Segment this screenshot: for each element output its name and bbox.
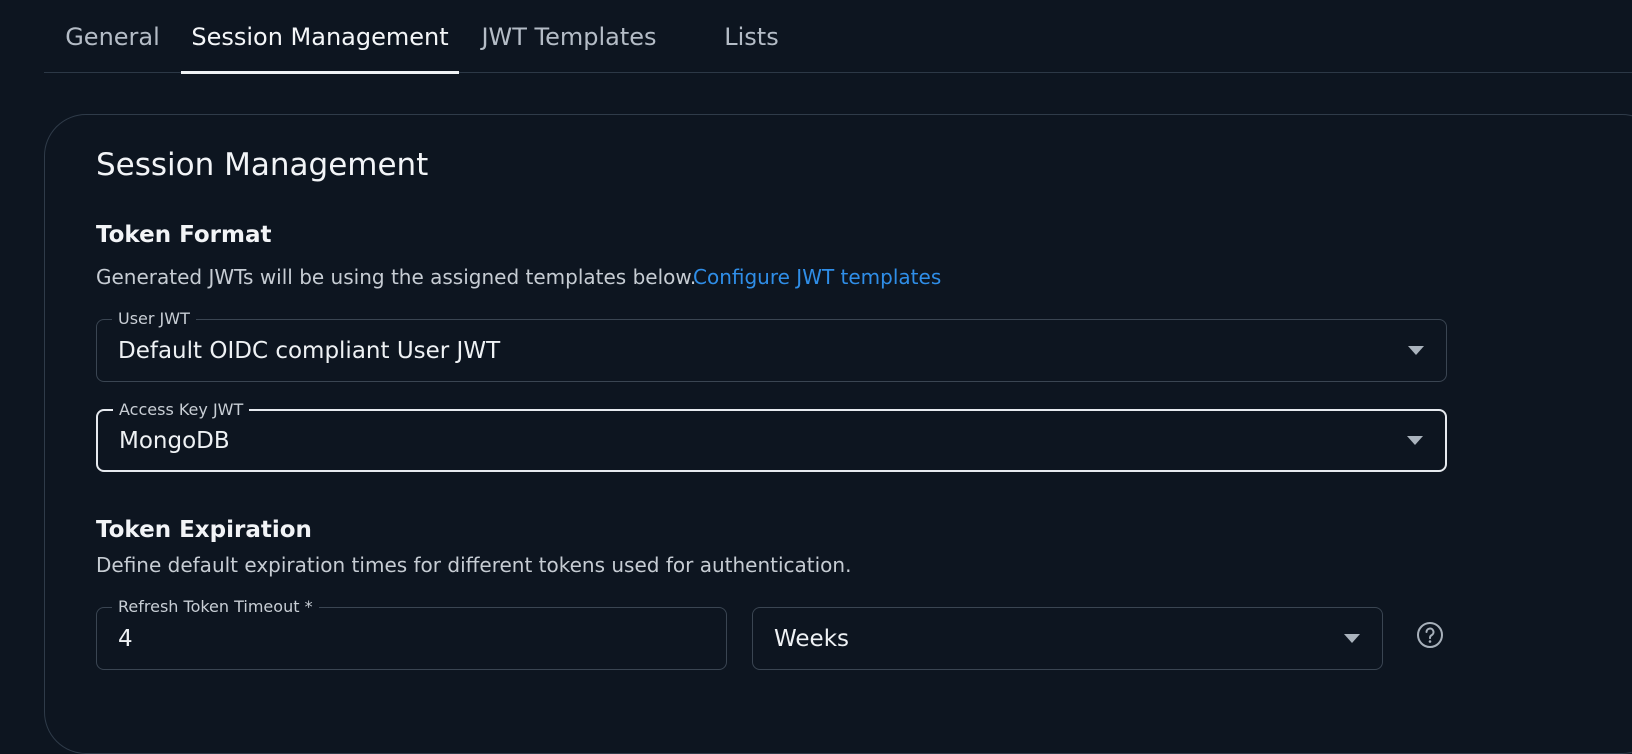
token-format-description: Generated JWTs will be using the assigne… <box>96 265 697 289</box>
token-expiration-heading: Token Expiration <box>96 517 312 543</box>
chevron-down-icon <box>1407 435 1423 445</box>
token-format-heading: Token Format <box>96 222 272 248</box>
access-key-jwt-value: MongoDB <box>119 427 230 454</box>
tab-label: General <box>65 22 160 51</box>
user-jwt-value: Default OIDC compliant User JWT <box>118 337 501 364</box>
tab-bar: General Session Management JWT Templates… <box>44 0 1632 74</box>
refresh-token-timeout-label: Refresh Token Timeout * <box>112 597 319 617</box>
user-jwt-select[interactable]: User JWT Default OIDC compliant User JWT <box>96 309 1447 382</box>
tab-session-management[interactable]: Session Management <box>181 0 459 74</box>
tab-general[interactable]: General <box>44 0 181 73</box>
active-tab-indicator <box>181 71 459 74</box>
refresh-token-timeout-input[interactable]: Refresh Token Timeout * 4 <box>96 597 727 670</box>
chevron-down-icon <box>1408 345 1424 355</box>
chevron-down-icon <box>1344 633 1360 643</box>
help-circle-icon[interactable] <box>1416 621 1444 649</box>
refresh-token-unit-value: Weeks <box>774 625 849 652</box>
configure-jwt-templates-link[interactable]: Configure JWT templates <box>693 265 941 289</box>
tab-label: Session Management <box>191 22 449 51</box>
token-expiration-description: Define default expiration times for diff… <box>96 553 852 577</box>
access-key-jwt-select[interactable]: Access Key JWT MongoDB <box>96 400 1447 472</box>
refresh-token-timeout-value: 4 <box>118 625 133 652</box>
card-title: Session Management <box>96 147 429 183</box>
refresh-token-unit-select[interactable]: Weeks <box>752 607 1383 670</box>
tab-lists[interactable]: Lists <box>679 0 824 73</box>
tab-jwt-templates[interactable]: JWT Templates <box>459 0 679 73</box>
tab-label: Lists <box>724 22 779 51</box>
tab-label: JWT Templates <box>481 22 657 51</box>
